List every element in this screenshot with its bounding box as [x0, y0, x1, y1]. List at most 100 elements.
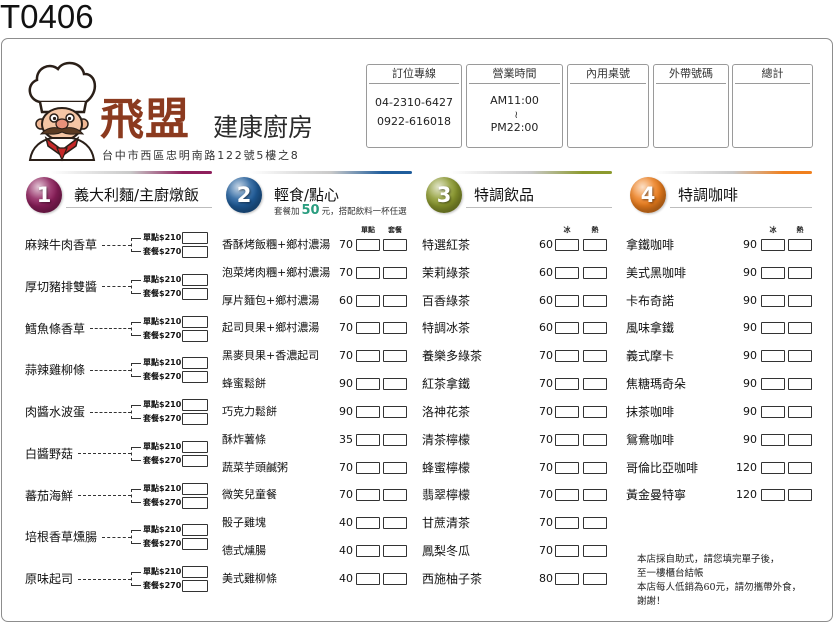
- menu-item-price: 80: [539, 571, 553, 585]
- hot-checkbox[interactable]: [788, 294, 812, 307]
- iced-checkbox[interactable]: [761, 294, 785, 307]
- iced-checkbox[interactable]: [761, 378, 785, 391]
- hot-checkbox[interactable]: [583, 378, 607, 391]
- hot-checkbox[interactable]: [788, 239, 812, 251]
- single-order-checkbox[interactable]: [356, 517, 380, 530]
- hot-checkbox[interactable]: [583, 433, 607, 446]
- menu-item-row: 特選紅茶 60: [422, 238, 607, 252]
- set-meal-checkbox[interactable]: [383, 517, 407, 530]
- iced-checkbox[interactable]: [761, 433, 785, 446]
- iced-checkbox[interactable]: [761, 405, 785, 418]
- iced-checkbox[interactable]: [555, 378, 579, 391]
- single-order-checkbox[interactable]: [356, 405, 380, 418]
- single-order-checkbox[interactable]: [182, 482, 208, 495]
- iced-checkbox[interactable]: [555, 461, 579, 474]
- iced-checkbox[interactable]: [555, 572, 579, 585]
- iced-checkbox[interactable]: [555, 266, 579, 279]
- single-order-checkbox[interactable]: [356, 378, 380, 391]
- set-meal-checkbox[interactable]: [383, 350, 407, 363]
- iced-checkbox[interactable]: [555, 405, 579, 418]
- section-title: 特調咖啡: [678, 186, 739, 204]
- hot-checkbox[interactable]: [788, 405, 812, 418]
- hot-checkbox[interactable]: [583, 461, 607, 474]
- single-order-checkbox[interactable]: [182, 524, 208, 537]
- hot-checkbox[interactable]: [788, 266, 812, 279]
- menu-item-price: 70: [539, 349, 553, 363]
- hot-checkbox[interactable]: [788, 489, 812, 502]
- hot-checkbox[interactable]: [788, 350, 812, 363]
- iced-checkbox[interactable]: [761, 489, 785, 502]
- set-meal-checkbox[interactable]: [182, 371, 208, 384]
- single-order-checkbox[interactable]: [356, 350, 380, 363]
- iced-checkbox[interactable]: [761, 350, 785, 363]
- set-meal-checkbox[interactable]: [383, 545, 407, 558]
- set-meal-checkbox[interactable]: [383, 239, 407, 251]
- set-meal-checkbox[interactable]: [383, 461, 407, 474]
- iced-checkbox[interactable]: [555, 545, 579, 558]
- iced-checkbox[interactable]: [555, 489, 579, 502]
- single-order-checkbox[interactable]: [182, 232, 208, 244]
- set-meal-checkbox[interactable]: [182, 538, 208, 551]
- hot-checkbox[interactable]: [583, 266, 607, 279]
- hot-checkbox[interactable]: [788, 322, 812, 335]
- hot-checkbox[interactable]: [583, 350, 607, 363]
- set-meal-checkbox[interactable]: [383, 433, 407, 446]
- set-meal-checkbox[interactable]: [182, 329, 208, 342]
- hot-checkbox[interactable]: [583, 572, 607, 585]
- set-meal-checkbox[interactable]: [383, 294, 407, 307]
- single-order-checkbox[interactable]: [356, 572, 380, 585]
- single-order-checkbox[interactable]: [182, 566, 208, 578]
- set-meal-checkbox[interactable]: [182, 287, 208, 300]
- iced-checkbox[interactable]: [555, 433, 579, 446]
- single-order-checkbox[interactable]: [356, 322, 380, 335]
- iced-checkbox[interactable]: [761, 266, 785, 279]
- single-order-checkbox[interactable]: [182, 315, 208, 328]
- set-meal-checkbox[interactable]: [383, 266, 407, 279]
- single-order-checkbox[interactable]: [356, 294, 380, 307]
- leader-line: [90, 328, 131, 329]
- hot-checkbox[interactable]: [788, 378, 812, 391]
- single-order-checkbox[interactable]: [182, 399, 208, 411]
- takeout-number-field[interactable]: [657, 87, 725, 144]
- hot-checkbox[interactable]: [583, 405, 607, 418]
- single-order-checkbox[interactable]: [182, 273, 208, 286]
- iced-checkbox[interactable]: [761, 461, 785, 474]
- single-order-checkbox[interactable]: [356, 266, 380, 279]
- iced-checkbox[interactable]: [555, 239, 579, 251]
- set-meal-checkbox[interactable]: [182, 580, 208, 592]
- single-order-checkbox[interactable]: [356, 489, 380, 502]
- single-order-checkbox[interactable]: [182, 357, 208, 370]
- hot-checkbox[interactable]: [583, 322, 607, 335]
- single-order-checkbox[interactable]: [182, 440, 208, 453]
- iced-checkbox[interactable]: [761, 322, 785, 335]
- menu-item-name: 翡翠檸檬: [422, 488, 471, 503]
- iced-checkbox[interactable]: [761, 239, 785, 251]
- iced-checkbox[interactable]: [555, 294, 579, 307]
- hot-checkbox[interactable]: [583, 239, 607, 251]
- single-order-checkbox[interactable]: [356, 545, 380, 558]
- dine-in-table-field[interactable]: [571, 87, 645, 144]
- iced-checkbox[interactable]: [555, 517, 579, 530]
- set-meal-checkbox[interactable]: [182, 246, 208, 258]
- hot-checkbox[interactable]: [583, 489, 607, 502]
- single-order-checkbox[interactable]: [356, 461, 380, 474]
- single-order-checkbox[interactable]: [356, 433, 380, 446]
- menu-item-row: 厚片麵包+鄉村濃湯 60: [222, 294, 407, 308]
- hot-checkbox[interactable]: [583, 294, 607, 307]
- iced-checkbox[interactable]: [555, 322, 579, 335]
- set-meal-checkbox[interactable]: [383, 572, 407, 585]
- set-meal-checkbox[interactable]: [383, 405, 407, 418]
- hot-checkbox[interactable]: [788, 461, 812, 474]
- hot-checkbox[interactable]: [583, 517, 607, 530]
- single-order-checkbox[interactable]: [356, 239, 380, 251]
- set-meal-checkbox[interactable]: [182, 454, 208, 467]
- set-meal-checkbox[interactable]: [383, 489, 407, 502]
- set-meal-checkbox[interactable]: [383, 378, 407, 391]
- set-meal-checkbox[interactable]: [182, 413, 208, 425]
- hot-checkbox[interactable]: [788, 433, 812, 446]
- set-meal-checkbox[interactable]: [383, 322, 407, 335]
- total-amount-field[interactable]: [736, 87, 809, 144]
- set-meal-checkbox[interactable]: [182, 496, 208, 509]
- hot-checkbox[interactable]: [583, 545, 607, 558]
- iced-checkbox[interactable]: [555, 350, 579, 363]
